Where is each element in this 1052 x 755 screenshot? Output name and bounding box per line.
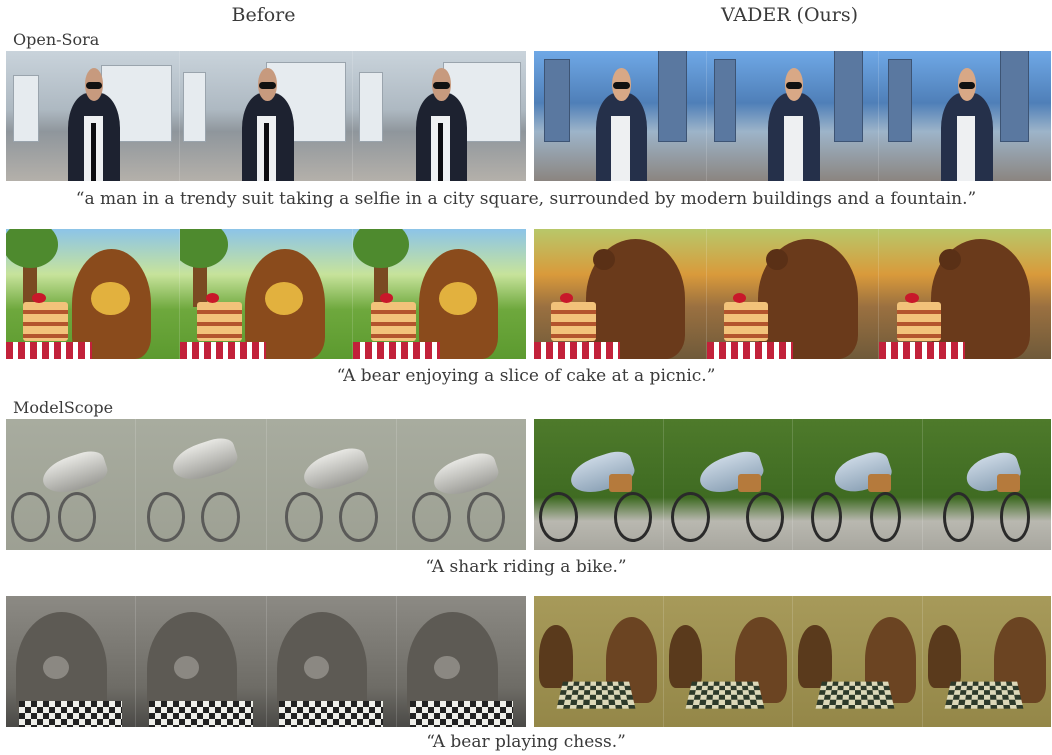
- video-frame: [921, 596, 1051, 727]
- model-label-open-sora: Open-Sora: [13, 30, 100, 49]
- video-frame: [6, 51, 179, 181]
- video-frame: [534, 229, 706, 359]
- prompt-caption-bear-chess: “A bear playing chess.”: [426, 732, 626, 752]
- before-strip-selfie: [6, 51, 526, 181]
- video-frame: [6, 419, 136, 550]
- prompt-caption-bear-cake: “A bear enjoying a slice of cake at a pi…: [336, 366, 716, 386]
- before-strip-bear-chess: [6, 596, 526, 727]
- vader-strip-selfie: [534, 51, 1051, 181]
- video-frame: [265, 419, 396, 550]
- video-frame: [792, 419, 922, 550]
- video-frame: [395, 596, 526, 727]
- column-header-vader: VADER (Ours): [720, 4, 859, 26]
- video-frame: [921, 419, 1051, 550]
- before-strip-shark-bike: [6, 419, 526, 550]
- vader-strip-shark-bike: [534, 419, 1051, 550]
- video-frame: [178, 51, 353, 181]
- video-frame: [135, 419, 266, 550]
- video-frame: [352, 229, 526, 359]
- video-frame: [705, 51, 879, 181]
- video-frame: [534, 596, 663, 727]
- video-frame: [878, 229, 1051, 359]
- video-frame: [534, 419, 663, 550]
- video-frame: [878, 51, 1051, 181]
- video-frame: [705, 229, 879, 359]
- column-header-before: Before: [231, 4, 296, 26]
- prompt-caption-shark-bike: “A shark riding a bike.”: [425, 557, 627, 577]
- video-frame: [662, 596, 792, 727]
- vader-strip-bear-cake: [534, 229, 1051, 359]
- video-frame: [662, 419, 792, 550]
- video-frame: [6, 229, 179, 359]
- video-frame: [178, 229, 353, 359]
- video-frame: [6, 596, 136, 727]
- video-frame: [352, 51, 526, 181]
- video-frame: [135, 596, 266, 727]
- video-frame: [792, 596, 922, 727]
- video-frame: [395, 419, 526, 550]
- prompt-caption-selfie: “a man in a trendy suit taking a selfie …: [75, 189, 977, 209]
- vader-strip-bear-chess: [534, 596, 1051, 727]
- model-label-modelscope: ModelScope: [13, 398, 114, 417]
- before-strip-bear-cake: [6, 229, 526, 359]
- video-frame: [534, 51, 706, 181]
- video-frame: [265, 596, 396, 727]
